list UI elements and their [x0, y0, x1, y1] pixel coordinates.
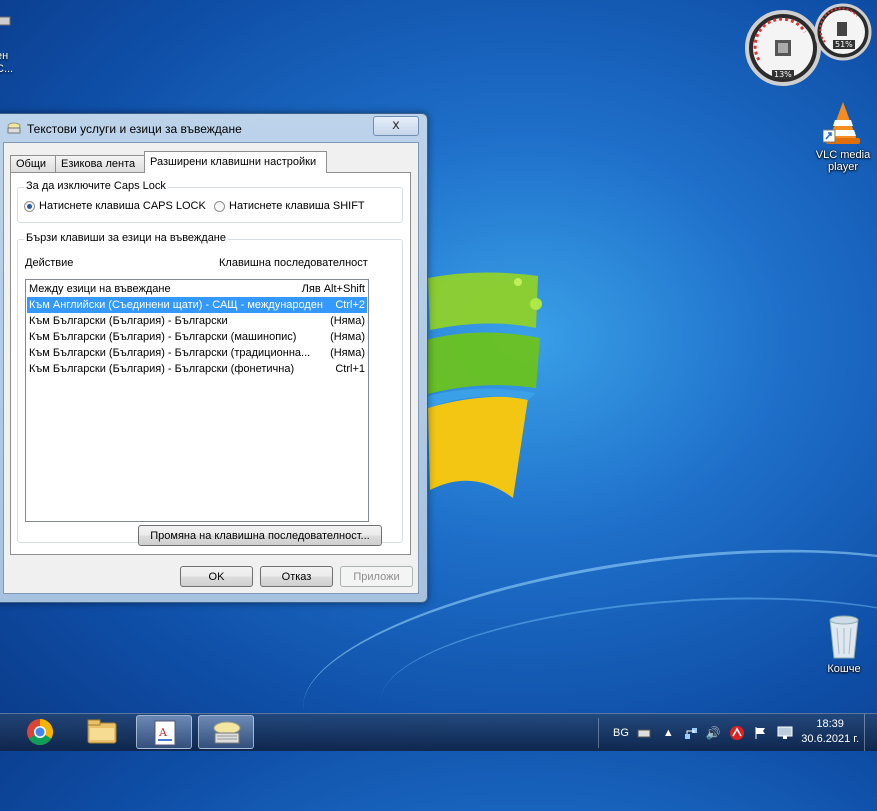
- taskbar: A BG ▲ 🔊 18:39 30.6.2021 г.: [0, 713, 877, 751]
- radio-caps-lock[interactable]: Натиснете клавиша CAPS LOCK: [24, 200, 206, 212]
- title-bar[interactable]: Текстови услуги и езици за въвеждане x: [0, 114, 427, 142]
- action-center-flag-icon[interactable]: [753, 726, 767, 740]
- drive-icon: [0, 16, 11, 26]
- text-services-dialog: Текстови услуги и езици за въвеждане x О…: [0, 113, 428, 603]
- list-item[interactable]: Към Български (България) - Български (тр…: [27, 345, 367, 361]
- show-desktop-button[interactable]: [864, 714, 877, 751]
- close-button[interactable]: x: [373, 116, 419, 136]
- svg-text:A: A: [158, 726, 168, 739]
- radio-button[interactable]: [214, 200, 225, 212]
- show-hidden-icons-icon[interactable]: ▲: [663, 727, 674, 739]
- windows-logo-wallpaper: [426, 272, 542, 498]
- list-item-selected[interactable]: Към Английски (Съединени щати) - САЩ - м…: [27, 297, 367, 313]
- clock-time: 18:39: [816, 718, 844, 730]
- radio-shift[interactable]: Натиснете клавиша SHIFT: [214, 200, 365, 212]
- tab-language-bar[interactable]: Езикова лента: [55, 155, 145, 173]
- tab-advanced-key-settings[interactable]: Разширени клавишни настройки: [144, 151, 327, 173]
- taskbar-chrome[interactable]: [12, 715, 68, 749]
- keyboard-icon[interactable]: [637, 727, 651, 739]
- cancel-button[interactable]: Отказ: [260, 566, 333, 587]
- list-item[interactable]: Към Български (България) - Български (фо…: [27, 361, 367, 377]
- column-header-sequence: Клавишна последователност: [219, 257, 368, 269]
- tab-general[interactable]: Общи: [10, 155, 56, 173]
- row-keys: (Няма): [330, 331, 365, 343]
- row-action: Към Български (България) - Български (ма…: [29, 331, 297, 343]
- network-icon[interactable]: [684, 726, 698, 740]
- desktop-icon-vlc[interactable]: VLC media player: [808, 100, 877, 173]
- caps-lock-group: За да изключите Caps Lock Натиснете клав…: [17, 180, 403, 223]
- vlc-cone-icon: [822, 102, 860, 144]
- row-keys: Ctrl+2: [335, 299, 365, 311]
- desktop-icon-label: VLC media player: [815, 149, 871, 173]
- system-tray: BG ▲ 🔊: [598, 714, 793, 751]
- list-item[interactable]: Между езици на въвеждане Ляв Alt+Shift: [27, 281, 367, 297]
- volume-icon[interactable]: 🔊: [706, 726, 721, 740]
- taskbar-text-services[interactable]: [198, 715, 254, 749]
- list-item[interactable]: Към Български (България) - Български (ма…: [27, 329, 367, 345]
- list-item[interactable]: Към Български (България) - Български (Ня…: [27, 313, 367, 329]
- cpu-percent: 13%: [772, 70, 794, 79]
- change-key-sequence-button[interactable]: Промяна на клавишна последователност...: [138, 525, 382, 546]
- ok-button[interactable]: OK: [180, 566, 253, 587]
- hotkeys-group-label: Бързи клавиши за езици на въвеждане: [24, 232, 229, 244]
- keyboard-icon: [213, 721, 241, 744]
- row-keys: (Няма): [330, 347, 365, 359]
- radio-button-selected[interactable]: [24, 200, 35, 212]
- document-icon: A: [154, 720, 176, 746]
- display-icon[interactable]: [777, 726, 793, 740]
- desktop-icon-label: Кошче: [827, 663, 861, 675]
- row-keys: Ляв Alt+Shift: [301, 283, 365, 295]
- language-indicator[interactable]: BG: [613, 727, 629, 739]
- row-action: Между езици на въвеждане: [29, 283, 171, 295]
- taskbar-explorer[interactable]: [74, 715, 130, 749]
- clock-date: 30.6.2021 г.: [801, 733, 859, 745]
- row-action: Към Английски (Съединени щати) - САЩ - м…: [29, 299, 323, 311]
- apply-button[interactable]: Приложи: [340, 566, 413, 587]
- column-header-action: Действие: [25, 257, 74, 269]
- tray-divider: [598, 717, 599, 748]
- caps-lock-group-label: За да изключите Caps Lock: [24, 180, 168, 192]
- chrome-icon: [27, 718, 54, 746]
- tab-panel: За да изключите Caps Lock Натиснете клав…: [10, 172, 411, 555]
- taskbar-wordpad[interactable]: A: [136, 715, 192, 749]
- row-action: Към Български (България) - Български (фо…: [29, 363, 295, 375]
- keyboard-icon: [7, 122, 21, 134]
- recycle-bin-icon: [829, 615, 859, 659]
- radio-label: Натиснете клавиша CAPS LOCK: [39, 200, 206, 212]
- clock[interactable]: 18:39 30.6.2021 г.: [801, 717, 859, 747]
- radio-label: Натиснете клавиша SHIFT: [229, 200, 365, 212]
- row-keys: (Няма): [330, 315, 365, 327]
- desktop-icon-recycle-bin[interactable]: Кошче: [816, 614, 872, 675]
- folder-icon: [87, 719, 117, 744]
- row-keys: Ctrl+1: [335, 363, 365, 375]
- row-action: Към Български (България) - Български (тр…: [29, 347, 311, 359]
- desktop-icon-partial[interactable]: ен С...: [0, 14, 20, 76]
- dialog-title: Текстови услуги и езици за въвеждане: [27, 122, 242, 136]
- gauge-icon: [745, 3, 872, 86]
- security-icon[interactable]: [729, 725, 745, 741]
- memory-percent: 51%: [833, 40, 855, 49]
- dialog-client: Общи Езикова лента Разширени клавишни на…: [3, 142, 419, 594]
- row-action: Към Български (България) - Български: [29, 315, 228, 327]
- cpu-meter-gadget[interactable]: 13% 51%: [745, 2, 877, 92]
- desktop-icon-label: ен: [0, 50, 9, 62]
- hotkeys-list[interactable]: Между езици на въвеждане Ляв Alt+Shift К…: [25, 279, 369, 522]
- desktop-icon-label: С...: [0, 63, 14, 75]
